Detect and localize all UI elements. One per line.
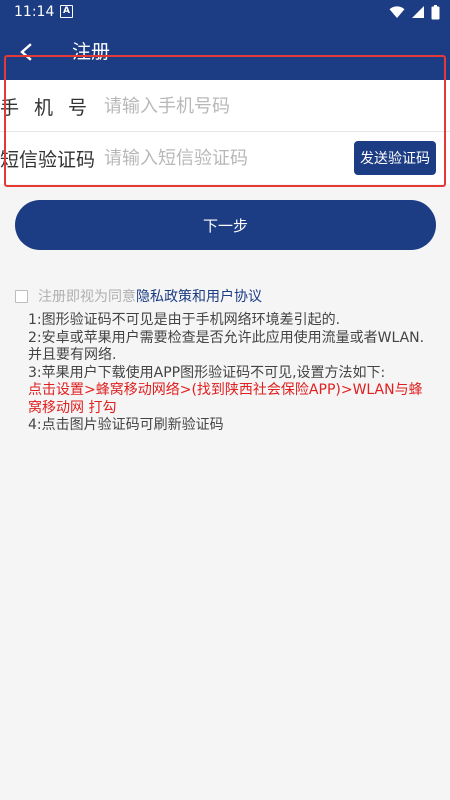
- status-icons: [389, 4, 440, 20]
- register-form: 手机号 短信验证码 发送验证码: [0, 80, 450, 184]
- sms-code-row: 短信验证码 发送验证码: [0, 132, 450, 184]
- phone-row: 手机号: [0, 80, 450, 132]
- next-step-button[interactable]: 下一步: [15, 200, 436, 250]
- page-title: 注册: [72, 41, 111, 63]
- register-screen: 11:14 A 注册 手机号 请输入手机号码 短信验证码 请输入短信验证码 发送…: [0, 0, 450, 800]
- instructions: 1:图形验证码不可见是由于手机网络环境差引起的. 2:安卓或苹果用户需要检查是否…: [28, 312, 428, 435]
- notification-a-icon: A: [60, 5, 73, 18]
- instruction-line-2: 2:安卓或苹果用户需要检查是否允许此应用使用流量或者WLAN.并且要有网络.: [28, 329, 425, 364]
- privacy-policy-link[interactable]: 隐私政策和用户协议: [136, 286, 262, 306]
- battery-icon: [431, 4, 440, 19]
- agreement-text: 注册即视为同意: [38, 289, 136, 305]
- phone-input[interactable]: [104, 91, 450, 121]
- phone-label: 手机号: [0, 96, 103, 119]
- instruction-settings-path: 点击设置>蜂窝移动网络>(找到陕西社会保险APP)>WLAN与蜂窝移动网 打勾: [28, 382, 423, 416]
- agree-checkbox[interactable]: [15, 289, 28, 303]
- instruction-line-4: 4:点击图片验证码可刷新验证码: [28, 417, 224, 433]
- back-button[interactable]: [10, 36, 42, 68]
- sms-code-input[interactable]: [104, 143, 354, 173]
- send-code-button[interactable]: 发送验证码: [354, 141, 436, 175]
- instruction-line-3: 3:苹果用户下载使用APP图形验证码不可见,设置方法如下:: [28, 364, 386, 381]
- status-bar: 11:14 A: [0, 0, 450, 24]
- signal-icon: [412, 6, 424, 18]
- app-bar: 注册: [0, 24, 450, 80]
- status-time: 11:14: [14, 4, 55, 20]
- agreement-row: 注册即视为同意 隐私政策和用户协议: [15, 286, 262, 306]
- back-arrow-icon: [20, 43, 32, 61]
- sms-code-label: 短信验证码: [0, 148, 96, 171]
- instruction-line-1: 1:图形验证码不可见是由于手机网络环境差引起的.: [28, 312, 341, 328]
- wifi-icon: [389, 6, 405, 18]
